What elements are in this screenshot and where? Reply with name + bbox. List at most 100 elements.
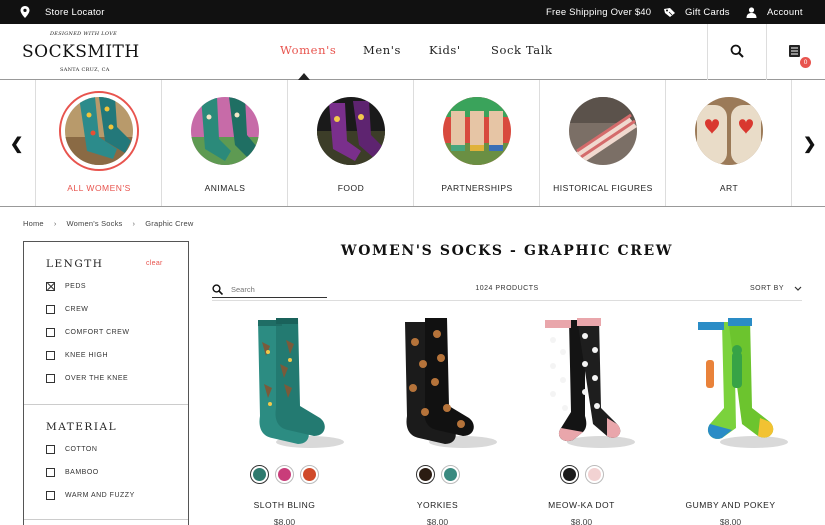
sort-by-dropdown[interactable]: SORT BY — [750, 285, 802, 292]
filter-option-over-the-knee[interactable]: OVER THE KNEE — [46, 374, 128, 383]
category-historical-figures[interactable]: HISTORICAL FIGURES — [539, 80, 665, 206]
filter-length-title: LENGTH — [46, 258, 104, 270]
product-toolbar: 1024 PRODUCTS SORT BY — [212, 281, 802, 301]
breadcrumb-separator-icon: › — [132, 219, 136, 228]
product-card[interactable]: MEOW-KA DOT $8.00 — [509, 312, 654, 525]
filter-option-comfort-crew[interactable]: COMFORT CREW — [46, 328, 129, 337]
checkbox[interactable] — [46, 351, 55, 360]
checkbox[interactable] — [46, 468, 55, 477]
breadcrumb-home[interactable]: Home — [23, 219, 44, 228]
logo-tagline-top: DESIGNED WITH LOVE — [50, 31, 118, 37]
user-icon — [746, 6, 757, 18]
account-label: Account — [767, 6, 803, 18]
filter-option-knee-high[interactable]: KNEE HIGH — [46, 351, 108, 360]
free-shipping-link[interactable]: Free Shipping Over $40 — [546, 0, 651, 24]
product-image[interactable] — [377, 312, 497, 452]
color-swatch[interactable] — [440, 465, 460, 484]
product-card[interactable]: SLOTH BLING $8.00 — [212, 312, 357, 525]
category-art[interactable]: ART — [665, 80, 791, 206]
search-icon — [730, 44, 744, 58]
site-header: DESIGNED WITH LOVE SOCKSMITH SANTA CRUZ,… — [0, 24, 825, 80]
product-name[interactable]: MEOW-KA DOT — [509, 500, 654, 510]
nav-active-caret-icon — [298, 73, 310, 80]
gift-cards-link[interactable]: Gift Cards — [663, 0, 730, 24]
color-swatch[interactable] — [275, 465, 294, 484]
category-food[interactable]: FOOD — [287, 80, 413, 206]
category-all-womens[interactable]: ALL WOMEN'S — [35, 80, 161, 206]
product-card[interactable]: GUMBY AND POKEY $8.00 — [658, 312, 803, 525]
filter-option-bamboo[interactable]: BAMBOO — [46, 468, 99, 477]
header-divider — [707, 24, 708, 80]
category-image — [569, 97, 637, 165]
filter-option-crew[interactable]: CREW — [46, 305, 88, 314]
filter-option-warm-and-fuzzy[interactable]: WARM AND FUZZY — [46, 491, 135, 500]
breadcrumb-womens-socks[interactable]: Women's Socks — [67, 219, 123, 228]
product-name[interactable]: SLOTH BLING — [212, 500, 357, 510]
product-name[interactable]: GUMBY AND POKEY — [658, 500, 803, 510]
product-card[interactable]: YORKIES $8.00 — [365, 312, 510, 525]
nav-mens[interactable]: Men's — [363, 43, 401, 57]
filter-option-label: WARM AND FUZZY — [65, 492, 135, 499]
product-image[interactable] — [521, 312, 641, 452]
product-price: $8.00 — [719, 517, 742, 525]
filter-option-label: OVER THE KNEE — [65, 375, 129, 382]
sort-by-label: SORT BY — [750, 285, 784, 292]
checkbox[interactable] — [46, 305, 55, 314]
gift-cards-label: Gift Cards — [685, 6, 730, 18]
filter-panel: LENGTH clear PEDS CREW COMFORT CREW KNEE… — [23, 241, 189, 525]
checkbox[interactable] — [46, 445, 55, 454]
carousel-next-arrow-icon[interactable]: ❯ — [803, 134, 816, 154]
clear-filters-link[interactable]: clear — [146, 260, 163, 267]
filter-divider — [24, 519, 188, 520]
product-price: $8.00 — [426, 517, 449, 525]
carousel-prev-arrow-icon[interactable]: ❮ — [10, 134, 23, 154]
store-locator-label: Store Locator — [45, 6, 105, 18]
checkbox[interactable] — [46, 491, 55, 500]
chevron-down-icon — [794, 286, 802, 291]
color-swatches — [212, 465, 357, 484]
cart-count-badge: 0 — [800, 57, 811, 68]
nav-womens[interactable]: Women's — [280, 43, 336, 57]
nav-kids[interactable]: Kids' — [429, 43, 461, 57]
product-image[interactable] — [670, 312, 790, 452]
location-pin-icon — [20, 6, 30, 18]
checkbox-checked[interactable] — [46, 282, 55, 291]
filter-option-cotton[interactable]: COTTON — [46, 445, 97, 454]
cart-icon — [789, 45, 800, 57]
color-swatches — [365, 465, 510, 484]
free-shipping-label: Free Shipping Over $40 — [546, 6, 652, 18]
filter-option-label: KNEE HIGH — [65, 352, 109, 359]
filter-option-label: CREW — [65, 306, 89, 313]
filter-material-title: MATERIAL — [46, 421, 118, 433]
color-swatch[interactable] — [584, 465, 604, 484]
product-image[interactable] — [224, 312, 344, 452]
breadcrumb-separator-icon: › — [53, 219, 57, 228]
checkbox[interactable] — [46, 374, 55, 383]
gift-tag-icon — [664, 7, 675, 17]
filter-option-peds[interactable]: PEDS — [46, 282, 86, 291]
category-partnerships[interactable]: PARTNERSHIPS — [413, 80, 539, 206]
color-swatch[interactable] — [559, 465, 579, 484]
filter-option-label: BAMBOO — [65, 469, 99, 476]
color-swatch[interactable] — [300, 465, 319, 484]
store-locator-link[interactable]: Store Locator — [20, 0, 105, 24]
account-link[interactable]: Account — [746, 0, 803, 24]
color-swatches — [509, 465, 654, 484]
logo-wordmark: SOCKSMITH — [22, 42, 140, 62]
category-image — [443, 97, 511, 165]
nav-sock-talk[interactable]: Sock Talk — [491, 43, 553, 57]
search-button[interactable] — [730, 44, 744, 63]
filter-option-label: COMFORT CREW — [65, 329, 130, 336]
product-count: 1024 PRODUCTS — [475, 285, 539, 292]
category-label: ART — [719, 183, 739, 193]
socksmith-logo[interactable]: DESIGNED WITH LOVE SOCKSMITH SANTA CRUZ,… — [22, 30, 139, 74]
page-title: WOMEN'S SOCKS - GRAPHIC CREW — [340, 243, 674, 259]
filter-option-label: PEDS — [65, 283, 87, 290]
color-swatch[interactable] — [415, 465, 435, 484]
logo-tagline-bottom: SANTA CRUZ, CA — [60, 67, 110, 73]
checkbox[interactable] — [46, 328, 55, 337]
category-animals[interactable]: ANIMALS — [161, 80, 287, 206]
product-name[interactable]: YORKIES — [365, 500, 510, 510]
category-label: ALL WOMEN'S — [67, 183, 131, 193]
color-swatch[interactable] — [250, 465, 269, 484]
